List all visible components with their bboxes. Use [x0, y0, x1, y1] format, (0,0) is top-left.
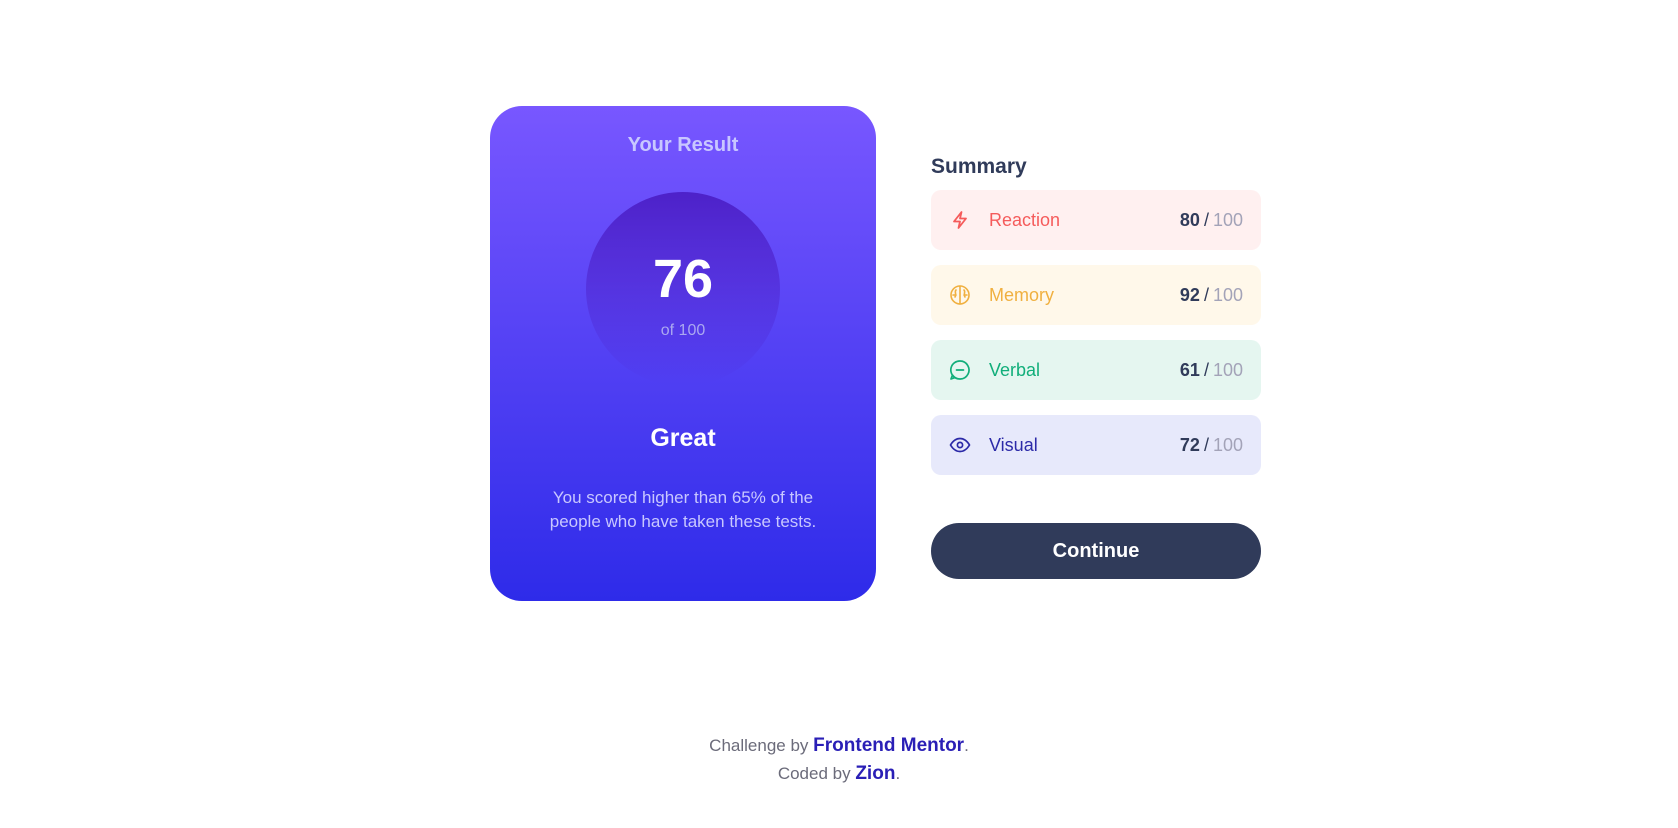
result-rating: Great [650, 424, 716, 452]
score-total: of 100 [660, 322, 706, 339]
speech-bubble-icon [949, 359, 971, 381]
lightning-icon [949, 209, 971, 231]
summary-item-slash: / [1203, 434, 1209, 455]
challenge-line: Challenge by Frontend Mentor. [0, 732, 1678, 760]
summary-item-score: 80 [1179, 209, 1200, 230]
result-card: Your Result 76 of 100 Great You scored h… [490, 106, 876, 601]
score-value: 76 [652, 249, 714, 309]
attribution-footer: Challenge by Frontend Mentor. Coded by Z… [0, 732, 1678, 788]
summary-item-max: 100 [1212, 359, 1243, 380]
summary-item-reaction: Reaction 80 / 100 [931, 190, 1261, 250]
eye-icon [949, 434, 971, 456]
summary-item-slash: / [1203, 284, 1209, 305]
summary-item-label: Reaction [989, 209, 1061, 230]
coded-by-line: Coded by Zion. [0, 760, 1678, 788]
summary-item-label: Visual [989, 434, 1038, 455]
summary-item-score: 72 [1179, 434, 1200, 455]
summary-item-max: 100 [1212, 284, 1243, 305]
frontend-mentor-link[interactable]: Frontend Mentor [813, 735, 964, 756]
summary-item-slash: / [1203, 209, 1209, 230]
summary-title: Summary [931, 155, 1027, 178]
score-circle: 76 of 100 [586, 192, 780, 386]
brain-icon [949, 284, 971, 306]
result-description: You scored higher than 65% of the people… [549, 488, 817, 531]
summary-item-score: 61 [1179, 359, 1200, 380]
summary-item-score: 92 [1179, 284, 1200, 305]
summary-item-slash: / [1203, 359, 1209, 380]
summary-item-verbal: Verbal 61 / 100 [931, 340, 1261, 400]
period: . [895, 764, 901, 783]
summary-item-max: 100 [1212, 209, 1243, 230]
summary-item-label: Verbal [989, 359, 1041, 380]
summary-item-label: Memory [989, 284, 1055, 305]
summary-item-visual: Visual 72 / 100 [931, 415, 1261, 475]
summary-item-memory: Memory 92 / 100 [931, 265, 1261, 325]
coded-prefix: Coded by [777, 764, 851, 783]
author-link[interactable]: Zion [855, 763, 895, 784]
summary-panel: Summary Reaction 80 / 100 Memory 92 / 10… [931, 150, 1261, 579]
continue-button[interactable]: Continue [931, 523, 1261, 579]
result-heading: Your Result [627, 134, 739, 156]
summary-item-max: 100 [1212, 434, 1243, 455]
period: . [964, 736, 969, 755]
challenge-prefix: Challenge by [709, 736, 809, 755]
